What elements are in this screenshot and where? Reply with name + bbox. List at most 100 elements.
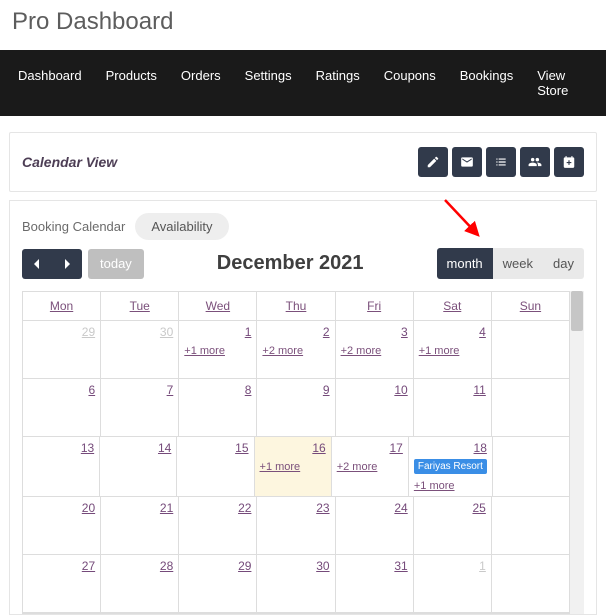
day-number[interactable]: 30 — [160, 325, 173, 339]
scrollbar[interactable] — [570, 291, 584, 614]
nav-dashboard[interactable]: Dashboard — [6, 50, 94, 116]
day-number[interactable]: 24 — [394, 501, 407, 515]
day-cell[interactable]: 6 — [23, 379, 101, 437]
group-icon[interactable] — [520, 147, 550, 177]
day-cell[interactable] — [492, 321, 569, 379]
day-number[interactable]: 20 — [82, 501, 95, 515]
tab-booking-calendar[interactable]: Booking Calendar — [22, 219, 125, 234]
day-cell[interactable]: 27 — [23, 555, 101, 613]
view-day-button[interactable]: day — [543, 248, 584, 279]
view-month-button[interactable]: month — [437, 248, 493, 279]
day-cell[interactable]: 10 — [336, 379, 414, 437]
day-number[interactable]: 4 — [479, 325, 486, 339]
day-number[interactable]: 29 — [82, 325, 95, 339]
event-chip[interactable]: Fariyas Resort — [414, 459, 487, 474]
day-number[interactable]: 9 — [323, 383, 330, 397]
day-cell[interactable]: 29 — [23, 321, 101, 379]
day-number[interactable]: 1 — [245, 325, 252, 339]
prev-button[interactable] — [22, 249, 52, 279]
day-cell[interactable]: 29 — [179, 555, 257, 613]
day-cell[interactable] — [493, 437, 569, 497]
nav-ratings[interactable]: Ratings — [304, 50, 372, 116]
day-cell[interactable] — [492, 379, 569, 437]
day-cell[interactable]: 25 — [414, 497, 492, 555]
day-cell[interactable]: 3 +2 more — [336, 321, 414, 379]
more-link[interactable]: +1 more — [184, 345, 251, 357]
day-number[interactable]: 31 — [394, 559, 407, 573]
day-number[interactable]: 14 — [158, 441, 171, 455]
day-cell[interactable]: 16 +1 more — [255, 437, 332, 497]
day-cell[interactable]: 9 — [257, 379, 335, 437]
day-number[interactable]: 23 — [316, 501, 329, 515]
more-link[interactable]: +1 more — [414, 480, 487, 492]
more-link[interactable]: +1 more — [260, 461, 326, 473]
day-number[interactable]: 1 — [479, 559, 486, 573]
day-cell[interactable]: 7 — [101, 379, 179, 437]
day-number[interactable]: 15 — [235, 441, 248, 455]
header-wed[interactable]: Wed — [179, 292, 257, 321]
more-link[interactable]: +2 more — [337, 461, 403, 473]
day-number[interactable]: 16 — [312, 441, 325, 455]
nav-products[interactable]: Products — [94, 50, 169, 116]
day-cell[interactable]: 8 — [179, 379, 257, 437]
day-cell[interactable]: 30 — [257, 555, 335, 613]
header-sat[interactable]: Sat — [414, 292, 492, 321]
header-thu[interactable]: Thu — [257, 292, 335, 321]
header-fri[interactable]: Fri — [336, 292, 414, 321]
nav-settings[interactable]: Settings — [233, 50, 304, 116]
header-sun[interactable]: Sun — [492, 292, 569, 321]
nav-view-store[interactable]: View Store — [525, 50, 600, 116]
day-number[interactable]: 13 — [81, 441, 94, 455]
day-cell[interactable]: 22 — [179, 497, 257, 555]
day-cell[interactable]: 31 — [336, 555, 414, 613]
day-cell[interactable]: 24 — [336, 497, 414, 555]
day-number[interactable]: 30 — [316, 559, 329, 573]
nav-coupons[interactable]: Coupons — [372, 50, 448, 116]
more-link[interactable]: +2 more — [262, 345, 329, 357]
nav-bookings[interactable]: Bookings — [448, 50, 525, 116]
day-cell[interactable]: 28 — [101, 555, 179, 613]
day-cell[interactable]: 14 — [100, 437, 177, 497]
more-link[interactable]: +1 more — [419, 345, 486, 357]
day-number[interactable]: 28 — [160, 559, 173, 573]
day-number[interactable]: 11 — [473, 383, 485, 397]
day-cell[interactable]: 15 — [177, 437, 254, 497]
today-button[interactable]: today — [88, 249, 144, 279]
day-number[interactable]: 3 — [401, 325, 408, 339]
day-number[interactable]: 10 — [394, 383, 407, 397]
day-cell[interactable]: 30 — [101, 321, 179, 379]
day-cell[interactable]: 2 +2 more — [257, 321, 335, 379]
day-number[interactable]: 25 — [472, 501, 485, 515]
day-number[interactable]: 6 — [88, 383, 95, 397]
header-tue[interactable]: Tue — [101, 292, 179, 321]
mail-icon[interactable] — [452, 147, 482, 177]
day-cell[interactable]: 21 — [101, 497, 179, 555]
day-cell[interactable]: 20 — [23, 497, 101, 555]
tab-availability[interactable]: Availability — [135, 213, 228, 240]
day-number[interactable]: 2 — [323, 325, 330, 339]
day-number[interactable]: 27 — [82, 559, 95, 573]
scrollbar-thumb[interactable] — [571, 291, 583, 331]
day-cell[interactable]: 17 +2 more — [332, 437, 409, 497]
day-number[interactable]: 22 — [238, 501, 251, 515]
next-button[interactable] — [52, 249, 82, 279]
day-number[interactable]: 8 — [245, 383, 252, 397]
list-icon[interactable] — [486, 147, 516, 177]
view-week-button[interactable]: week — [493, 248, 543, 279]
day-number[interactable]: 17 — [390, 441, 403, 455]
day-cell[interactable]: 13 — [23, 437, 100, 497]
day-cell[interactable]: 1 +1 more — [179, 321, 257, 379]
more-link[interactable]: +2 more — [341, 345, 408, 357]
day-cell[interactable]: 4 +1 more — [414, 321, 492, 379]
day-cell[interactable] — [492, 497, 569, 555]
day-number[interactable]: 21 — [160, 501, 173, 515]
calendar-add-icon[interactable] — [554, 147, 584, 177]
day-number[interactable]: 29 — [238, 559, 251, 573]
day-cell[interactable]: 23 — [257, 497, 335, 555]
day-cell[interactable]: 18Fariyas Resort+1 more — [409, 437, 493, 497]
edit-icon[interactable] — [418, 147, 448, 177]
day-cell[interactable]: 1 — [414, 555, 492, 613]
day-number[interactable]: 7 — [167, 383, 174, 397]
day-cell[interactable]: 11 — [414, 379, 492, 437]
nav-orders[interactable]: Orders — [169, 50, 233, 116]
